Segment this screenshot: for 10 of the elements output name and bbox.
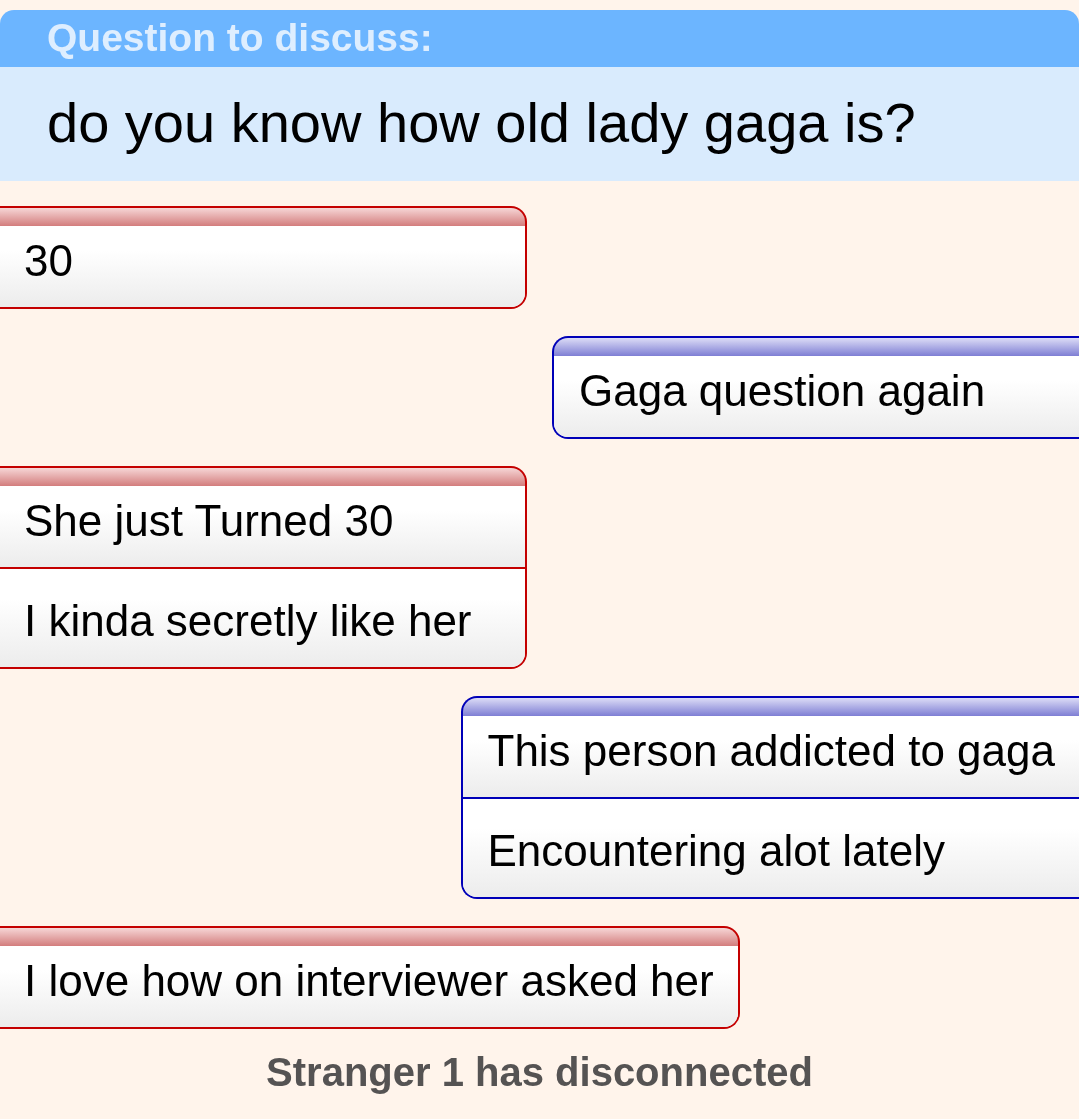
status-message: Stranger 1 has disconnected: [266, 1049, 813, 1096]
question-heading: Question to discuss:: [0, 10, 1079, 67]
message-text: I kinda secretly like her: [0, 567, 525, 667]
message-text: 30: [0, 226, 525, 307]
message-text: She just Turned 30: [0, 486, 525, 567]
message-text: This person addicted to gaga: [462, 716, 1079, 797]
message-text: Encountering alot lately: [462, 797, 1079, 897]
message-text: I love how on interviewer asked her: [0, 946, 738, 1027]
question-text: do you know how old lady gaga is?: [0, 67, 1079, 181]
message-text: Gaga question again: [554, 356, 1079, 437]
